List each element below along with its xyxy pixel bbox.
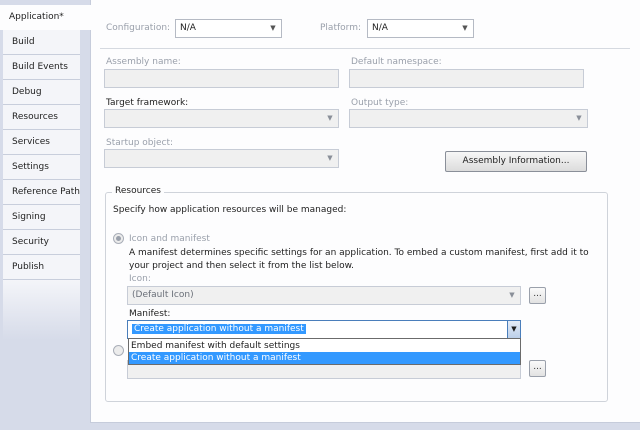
tab-publish[interactable]: Publish bbox=[3, 255, 80, 280]
platform-label: Platform: bbox=[320, 23, 361, 33]
platform-value: N/A bbox=[372, 23, 388, 33]
tab-build-events[interactable]: Build Events bbox=[3, 55, 80, 80]
browse-icon-button[interactable]: ... bbox=[529, 287, 546, 304]
assembly-name-label: Assembly name: bbox=[106, 57, 181, 67]
property-tab-strip: Application* Build Build Events Debug Re… bbox=[0, 0, 91, 430]
icon-combo[interactable]: (Default Icon) ▼ bbox=[127, 286, 521, 305]
tab-signing[interactable]: Signing bbox=[3, 205, 80, 230]
chevron-down-icon: ▼ bbox=[327, 154, 333, 162]
platform-combo[interactable]: N/A ▼ bbox=[367, 19, 474, 38]
tab-application[interactable]: Application* bbox=[0, 5, 91, 30]
manifest-value: Create application without a manifest bbox=[132, 324, 306, 334]
manifest-description-line2: your project and then select it from the… bbox=[129, 261, 354, 271]
manifest-combo[interactable]: Create application without a manifest ▼ bbox=[127, 320, 521, 339]
assembly-name-input[interactable] bbox=[104, 69, 339, 88]
resources-description: Specify how application resources will b… bbox=[113, 205, 347, 215]
default-namespace-input[interactable] bbox=[349, 69, 584, 88]
manifest-description-line1: A manifest determines specific settings … bbox=[129, 248, 589, 258]
chevron-down-icon: ▼ bbox=[270, 24, 276, 32]
icon-value: (Default Icon) bbox=[132, 290, 194, 300]
chevron-down-icon: ▼ bbox=[462, 24, 468, 32]
icon-and-manifest-radio[interactable] bbox=[113, 233, 124, 244]
output-type-label: Output type: bbox=[351, 98, 409, 108]
icon-label: Icon: bbox=[129, 274, 151, 284]
target-framework-combo[interactable]: ▼ bbox=[104, 109, 339, 128]
configuration-combo[interactable]: N/A ▼ bbox=[175, 19, 282, 38]
icon-and-manifest-label: Icon and manifest bbox=[129, 234, 210, 244]
tab-strip-fade bbox=[3, 280, 80, 340]
chevron-down-icon: ▼ bbox=[509, 291, 515, 299]
tab-reference-paths[interactable]: Reference Paths bbox=[3, 180, 80, 205]
startup-object-label: Startup object: bbox=[106, 138, 174, 148]
startup-object-combo[interactable]: ▼ bbox=[104, 149, 339, 168]
tab-build[interactable]: Build bbox=[3, 30, 80, 55]
target-framework-label: Target framework: bbox=[106, 98, 189, 108]
configuration-label: Configuration: bbox=[106, 23, 171, 33]
assembly-information-button[interactable]: Assembly Information... bbox=[445, 151, 587, 172]
header-divider bbox=[100, 48, 630, 49]
chevron-down-icon[interactable]: ▼ bbox=[507, 321, 520, 338]
configuration-value: N/A bbox=[180, 23, 196, 33]
manifest-option-none[interactable]: Create application without a manifest bbox=[129, 352, 520, 364]
output-type-combo[interactable]: ▼ bbox=[349, 109, 588, 128]
default-namespace-label: Default namespace: bbox=[351, 57, 442, 67]
manifest-option-default[interactable]: Embed manifest with default settings bbox=[129, 340, 520, 352]
chevron-down-icon: ▼ bbox=[327, 114, 333, 122]
manifest-label: Manifest: bbox=[129, 309, 171, 319]
tab-resources[interactable]: Resources bbox=[3, 105, 80, 130]
resource-file-radio[interactable] bbox=[113, 345, 124, 356]
resources-group-title: Resources bbox=[112, 186, 164, 196]
tab-settings[interactable]: Settings bbox=[3, 155, 80, 180]
tab-debug[interactable]: Debug bbox=[3, 80, 80, 105]
browse-resource-file-button[interactable]: ... bbox=[529, 360, 546, 377]
manifest-dropdown-list: Embed manifest with default settings Cre… bbox=[128, 338, 521, 365]
tab-security[interactable]: Security bbox=[3, 230, 80, 255]
tab-services[interactable]: Services bbox=[3, 130, 80, 155]
chevron-down-icon: ▼ bbox=[576, 114, 582, 122]
